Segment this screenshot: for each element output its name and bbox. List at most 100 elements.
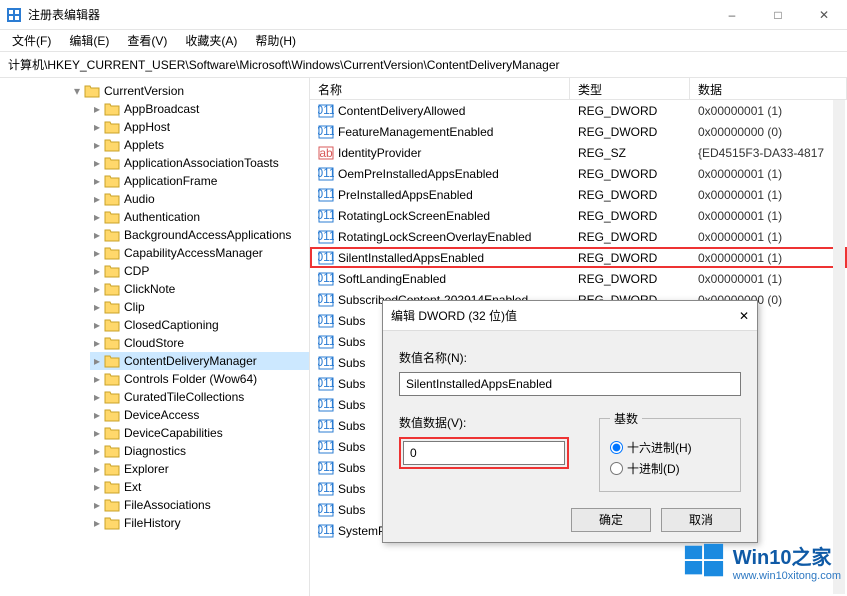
expand-icon[interactable]: ▸	[90, 120, 104, 134]
menu-view[interactable]: 查看(V)	[119, 30, 175, 51]
tree-item[interactable]: ▸ CDP	[90, 262, 309, 280]
close-button[interactable]: ✕	[801, 0, 847, 30]
col-name[interactable]: 名称	[310, 78, 570, 99]
address-bar[interactable]: 计算机\HKEY_CURRENT_USER\Software\Microsoft…	[0, 52, 847, 78]
tree-item[interactable]: ▸ CapabilityAccessManager	[90, 244, 309, 262]
window-title: 注册表编辑器	[28, 6, 709, 23]
radix-hex[interactable]: 十六进制(H)	[610, 439, 730, 456]
tree-item[interactable]: ▸ AppBroadcast	[90, 100, 309, 118]
value-row[interactable]: 011PreInstalledAppsEnabled REG_DWORD 0x0…	[310, 184, 847, 205]
folder-icon	[84, 84, 100, 98]
expand-icon[interactable]: ▸	[90, 372, 104, 386]
value-name-input[interactable]	[399, 372, 741, 396]
value-data-input[interactable]	[403, 441, 565, 465]
tree-item[interactable]: ▸ FileHistory	[90, 514, 309, 532]
tree-item-label: Controls Folder (Wow64)	[124, 372, 257, 386]
expand-icon[interactable]: ▸	[90, 354, 104, 368]
tree-item[interactable]: ▸ CloudStore	[90, 334, 309, 352]
tree-item[interactable]: ▸ Clip	[90, 298, 309, 316]
value-row[interactable]: 011FeatureManagementEnabled REG_DWORD 0x…	[310, 121, 847, 142]
tree-item[interactable]: ▸ Applets	[90, 136, 309, 154]
expand-icon[interactable]: ▸	[90, 444, 104, 458]
expand-icon[interactable]: ▸	[90, 174, 104, 188]
expand-icon[interactable]: ▸	[90, 138, 104, 152]
reg-dword-icon: 011	[318, 523, 334, 539]
tree-item[interactable]: ▸ AppHost	[90, 118, 309, 136]
tree-item[interactable]: ▸ Authentication	[90, 208, 309, 226]
dialog-close-icon[interactable]: ✕	[739, 309, 749, 323]
tree-item[interactable]: ▸ Diagnostics	[90, 442, 309, 460]
tree-item[interactable]: ▸ ApplicationAssociationToasts	[90, 154, 309, 172]
expand-icon[interactable]: ▸	[90, 102, 104, 116]
tree-item[interactable]: ▸ BackgroundAccessApplications	[90, 226, 309, 244]
menu-file[interactable]: 文件(F)	[4, 30, 59, 51]
scrollbar[interactable]	[833, 100, 845, 594]
value-name: Subs	[338, 356, 365, 370]
expand-icon[interactable]: ▸	[90, 192, 104, 206]
expand-icon[interactable]: ▸	[90, 246, 104, 260]
expand-icon[interactable]: ▸	[90, 156, 104, 170]
cancel-button[interactable]: 取消	[661, 508, 741, 532]
tree-item[interactable]: ▸ Ext	[90, 478, 309, 496]
expand-icon[interactable]: ▸	[90, 516, 104, 530]
value-row[interactable]: 011SilentInstalledAppsEnabled REG_DWORD …	[310, 247, 847, 268]
radix-dec[interactable]: 十进制(D)	[610, 460, 730, 477]
value-row[interactable]: 011ContentDeliveryAllowed REG_DWORD 0x00…	[310, 100, 847, 121]
value-row[interactable]: 011SoftLandingEnabled REG_DWORD 0x000000…	[310, 268, 847, 289]
folder-icon	[104, 300, 120, 314]
tree-item[interactable]: ▸ ApplicationFrame	[90, 172, 309, 190]
tree-item[interactable]: ▸ ClickNote	[90, 280, 309, 298]
expand-icon[interactable]: ▸	[90, 336, 104, 350]
expand-icon[interactable]: ▸	[90, 282, 104, 296]
reg-dword-icon: 011	[318, 124, 334, 140]
tree-item[interactable]: ▸ ContentDeliveryManager	[90, 352, 309, 370]
expand-icon[interactable]: ▸	[90, 318, 104, 332]
expand-icon[interactable]: ▸	[90, 228, 104, 242]
expand-icon[interactable]: ▸	[90, 462, 104, 476]
tree-item[interactable]: ▸ Explorer	[90, 460, 309, 478]
value-row[interactable]: abIdentityProvider REG_SZ {ED4515F3-DA33…	[310, 142, 847, 163]
tree-item[interactable]: ▸ CuratedTileCollections	[90, 388, 309, 406]
expand-icon[interactable]: ▸	[90, 498, 104, 512]
expand-icon[interactable]: ▸	[90, 300, 104, 314]
folder-icon	[104, 156, 120, 170]
expand-icon[interactable]: ▸	[90, 408, 104, 422]
radix-hex-radio[interactable]	[610, 441, 623, 454]
col-data[interactable]: 数据	[690, 78, 847, 99]
value-row[interactable]: 011RotatingLockScreenOverlayEnabled REG_…	[310, 226, 847, 247]
dialog-titlebar[interactable]: 编辑 DWORD (32 位)值 ✕	[383, 301, 757, 331]
tree-item[interactable]: ▸ FileAssociations	[90, 496, 309, 514]
tree-item[interactable]: ▸ DeviceCapabilities	[90, 424, 309, 442]
menu-edit[interactable]: 编辑(E)	[61, 30, 117, 51]
reg-dword-icon: 011	[318, 271, 334, 287]
reg-dword-icon: 011	[318, 418, 334, 434]
maximize-button[interactable]: □	[755, 0, 801, 30]
tree-item[interactable]: ▸ DeviceAccess	[90, 406, 309, 424]
tree-root[interactable]: ▾ CurrentVersion	[70, 82, 309, 100]
value-name: RotatingLockScreenEnabled	[338, 209, 490, 223]
expand-icon[interactable]: ▸	[90, 264, 104, 278]
expand-icon[interactable]: ▸	[90, 426, 104, 440]
menu-favorites[interactable]: 收藏夹(A)	[177, 30, 245, 51]
expand-icon[interactable]: ▸	[90, 390, 104, 404]
tree-pane[interactable]: ▾ CurrentVersion ▸ AppBroadcast▸ AppHost…	[0, 78, 310, 596]
value-name: SoftLandingEnabled	[338, 272, 446, 286]
svg-text:011: 011	[318, 103, 334, 117]
menu-help[interactable]: 帮助(H)	[247, 30, 304, 51]
tree-item[interactable]: ▸ ClosedCaptioning	[90, 316, 309, 334]
value-type: REG_DWORD	[570, 186, 690, 204]
value-row[interactable]: 011OemPreInstalledAppsEnabled REG_DWORD …	[310, 163, 847, 184]
svg-text:011: 011	[318, 418, 334, 432]
col-type[interactable]: 类型	[570, 78, 690, 99]
expand-icon[interactable]: ▸	[90, 210, 104, 224]
ok-button[interactable]: 确定	[571, 508, 651, 532]
expand-icon[interactable]: ▸	[90, 480, 104, 494]
collapse-icon[interactable]: ▾	[70, 84, 84, 98]
radix-dec-radio[interactable]	[610, 462, 623, 475]
value-row[interactable]: 011RotatingLockScreenEnabled REG_DWORD 0…	[310, 205, 847, 226]
tree-item[interactable]: ▸ Audio	[90, 190, 309, 208]
minimize-button[interactable]: –	[709, 0, 755, 30]
svg-text:011: 011	[318, 124, 334, 138]
folder-icon	[104, 372, 120, 386]
tree-item[interactable]: ▸ Controls Folder (Wow64)	[90, 370, 309, 388]
